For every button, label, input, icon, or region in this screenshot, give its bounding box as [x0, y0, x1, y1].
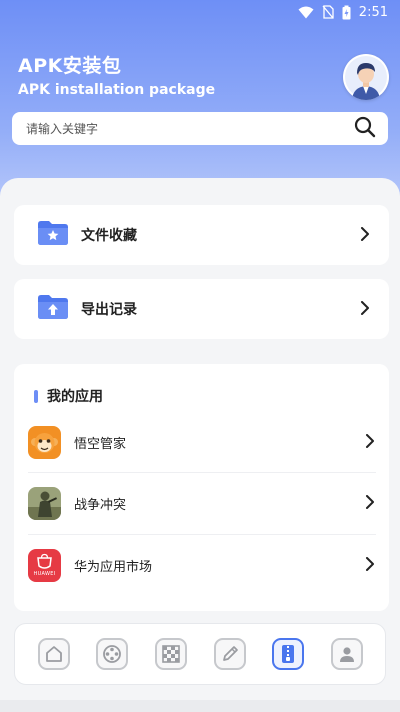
chevron-right-icon	[364, 433, 376, 452]
app-row-wukong[interactable]: 悟空管家	[28, 412, 376, 472]
chevron-right-icon	[364, 556, 376, 575]
nav-user-icon[interactable]	[331, 638, 363, 670]
bottom-nav	[14, 623, 386, 685]
folder-upload-icon	[37, 294, 69, 324]
nav-home-icon[interactable]	[38, 638, 70, 670]
export-records-row[interactable]: 导出记录	[14, 279, 389, 339]
app-label-wukong: 悟空管家	[74, 436, 127, 452]
title-accent-bar	[34, 389, 38, 403]
chevron-right-icon	[364, 494, 376, 513]
no-sim-icon	[322, 5, 334, 19]
search-icon[interactable]	[354, 116, 376, 142]
export-records-label: 导出记录	[81, 302, 137, 318]
nav-film-reel-icon[interactable]	[96, 638, 128, 670]
huawei-appgallery-icon: HUAWEI	[28, 548, 61, 582]
file-favorites-row[interactable]: 文件收藏	[14, 205, 389, 265]
soldier-app-icon	[28, 486, 61, 520]
chevron-right-icon	[359, 226, 371, 245]
app-label-huawei-appgallery: 华为应用市场	[74, 559, 153, 575]
monkey-app-icon	[28, 425, 61, 459]
huawei-logo-text: HUAWEI	[33, 570, 56, 577]
chevron-right-icon	[359, 300, 371, 319]
app-title: APK安装包	[18, 55, 122, 77]
search-input[interactable]: 请输入关键字	[26, 120, 354, 137]
home-indicator	[0, 700, 400, 712]
nav-checker-icon[interactable]	[155, 638, 187, 670]
battery-charging-icon	[342, 5, 351, 20]
status-bar: 2:51	[0, 0, 400, 24]
wifi-icon	[298, 6, 314, 19]
my-apps-heading: 我的应用	[47, 389, 103, 405]
nav-pencil-icon[interactable]	[214, 638, 246, 670]
app-row-huawei-appgallery[interactable]: HUAWEI 华为应用市场	[28, 535, 376, 595]
my-apps-card: 我的应用 悟空管家 战争冲突 HUAWEI 华为应用市场	[14, 364, 389, 611]
app-row-war-conflict[interactable]: 战争冲突	[28, 473, 376, 533]
avatar[interactable]	[343, 54, 389, 100]
app-label-war-conflict: 战争冲突	[74, 497, 127, 513]
nav-zip-archive-icon[interactable]	[272, 638, 304, 670]
my-apps-title: 我的应用	[34, 386, 103, 406]
status-time: 2:51	[358, 4, 388, 20]
app-subtitle: APK installation package	[18, 82, 216, 98]
folder-star-icon	[37, 220, 69, 250]
search-bar[interactable]: 请输入关键字	[12, 112, 388, 145]
file-favorites-label: 文件收藏	[81, 228, 137, 244]
